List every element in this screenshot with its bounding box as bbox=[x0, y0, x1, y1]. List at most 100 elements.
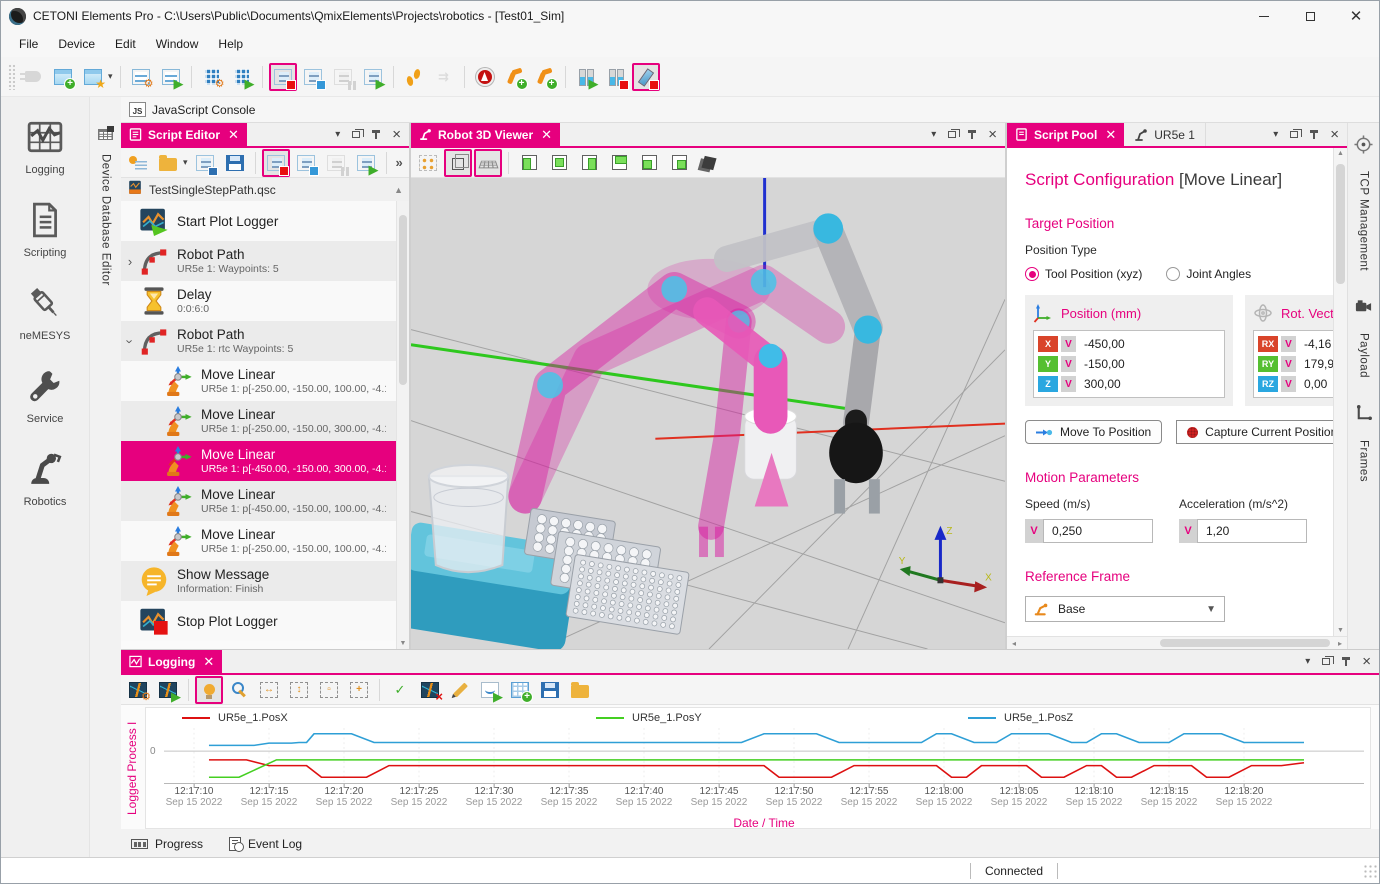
menu-file[interactable]: File bbox=[9, 33, 48, 55]
rz-value[interactable]: 0,00 bbox=[1299, 377, 1327, 391]
chart-region[interactable]: UR5e_1.PosXUR5e_1.PosYUR5e_1.PosZ 0 12:1… bbox=[145, 707, 1371, 829]
scrollbar-thumb[interactable] bbox=[1336, 164, 1345, 284]
add-robot-tool-icon[interactable]: + bbox=[531, 63, 559, 91]
menu-help[interactable]: Help bbox=[208, 33, 253, 55]
rx-variable-button[interactable]: V bbox=[1281, 336, 1296, 352]
favorite-views-icon[interactable]: ★ bbox=[79, 63, 107, 91]
chevron-collapsed-icon[interactable]: › bbox=[121, 254, 139, 269]
x-value[interactable]: -450,00 bbox=[1079, 337, 1125, 351]
sidebar-item-service[interactable]: Service bbox=[27, 368, 64, 425]
speed-input[interactable]: 0,250 bbox=[1043, 519, 1153, 543]
script-step-move-linear[interactable]: Move LinearUR5e 1: p[-250.00, -150.00, 1… bbox=[121, 521, 396, 561]
pin-icon[interactable] bbox=[971, 130, 973, 139]
menu-window[interactable]: Window bbox=[146, 33, 209, 55]
scrollbar-thumb[interactable] bbox=[1160, 639, 1330, 647]
dock-menu-icon[interactable]: ▾ bbox=[1305, 656, 1310, 667]
strip-item-tcp[interactable]: TCP Management bbox=[1354, 135, 1373, 271]
float-icon[interactable] bbox=[352, 131, 360, 138]
x-variable-button[interactable]: V bbox=[1061, 336, 1076, 352]
script-step-robot-path[interactable]: ›Robot PathUR5e 1: Waypoints: 5 bbox=[121, 241, 396, 281]
rx-value[interactable]: -4,16 bbox=[1299, 337, 1331, 351]
ur5e-tab[interactable]: UR5e 1 bbox=[1124, 123, 1206, 146]
z-variable-button[interactable]: V bbox=[1061, 376, 1076, 392]
script-step-move-linear[interactable]: Move LinearUR5e 1: p[-450.00, -150.00, 3… bbox=[121, 441, 396, 481]
script-pool-tab[interactable]: Script Pool ✕ bbox=[1007, 123, 1124, 146]
script-step-stop-plot-logger[interactable]: Stop Plot Logger bbox=[121, 601, 396, 641]
start-devices-icon[interactable]: ▶ bbox=[228, 63, 256, 91]
script-config-icon[interactable] bbox=[124, 149, 152, 177]
ry-value[interactable]: 179,95 bbox=[1299, 357, 1333, 371]
y-value[interactable]: -150,00 bbox=[1079, 357, 1125, 371]
configure-process-icon[interactable]: ⚙ bbox=[127, 63, 155, 91]
accel-variable-button[interactable]: V bbox=[1179, 519, 1197, 543]
view-right-icon[interactable] bbox=[575, 149, 603, 177]
dock-menu-icon[interactable]: ▾ bbox=[931, 129, 936, 140]
z-value[interactable]: 300,00 bbox=[1079, 377, 1121, 391]
scroll-up-icon[interactable]: ▲ bbox=[394, 185, 403, 195]
scroll-down-icon[interactable]: ▼ bbox=[397, 640, 409, 647]
script-step-delay[interactable]: Delay0:0:6:0 bbox=[121, 281, 396, 321]
view-bottom-right-icon[interactable] bbox=[665, 149, 693, 177]
sidebar-item-scripting[interactable]: Scripting bbox=[24, 202, 67, 259]
acceleration-input[interactable]: 1,20 bbox=[1197, 519, 1307, 543]
scroll-left-icon[interactable]: ◂ bbox=[1007, 639, 1021, 648]
javascript-console-tab[interactable]: JS JavaScript Console bbox=[121, 97, 1379, 123]
float-icon[interactable] bbox=[1290, 131, 1298, 138]
event-log-tab[interactable]: Event Log bbox=[229, 837, 302, 851]
resize-grip[interactable] bbox=[1363, 864, 1377, 878]
view-left-icon[interactable] bbox=[515, 149, 543, 177]
progress-tab[interactable]: Progress bbox=[131, 837, 203, 851]
device-database-editor-tab[interactable]: Device Database Editor bbox=[89, 97, 121, 857]
sidebar-item-nemesys[interactable]: neMESYS bbox=[20, 285, 71, 342]
pool-horizontal-scrollbar[interactable]: ◂ ▸ bbox=[1007, 636, 1347, 649]
scroll-right-icon[interactable]: ▸ bbox=[1333, 639, 1347, 648]
close-panel-icon[interactable]: × bbox=[392, 127, 401, 142]
move-to-position-button[interactable]: Move To Position bbox=[1025, 420, 1162, 444]
script-step-show-message[interactable]: Show MessageInformation: Finish bbox=[121, 561, 396, 601]
save-script-icon[interactable] bbox=[191, 149, 219, 177]
start-process-icon[interactable]: ▶ bbox=[157, 63, 185, 91]
dock-menu-icon[interactable]: ▾ bbox=[335, 129, 340, 140]
script-pool-close-icon[interactable]: ✕ bbox=[1105, 127, 1116, 143]
view-perspective-icon[interactable] bbox=[695, 149, 723, 177]
logging-tab[interactable]: Logging ✕ bbox=[121, 650, 222, 673]
add-robot-icon[interactable]: + bbox=[501, 63, 529, 91]
capture-position-button[interactable]: Capture Current Position bbox=[1176, 420, 1333, 444]
view-top-icon[interactable] bbox=[605, 149, 633, 177]
sidebar-item-logging[interactable]: Logging bbox=[25, 119, 64, 176]
pin-icon[interactable] bbox=[375, 130, 377, 139]
open-script-dropdown-icon[interactable]: ▾ bbox=[183, 157, 188, 168]
show-markers-icon[interactable] bbox=[414, 149, 442, 177]
run-script-icon[interactable]: ▶ bbox=[359, 63, 387, 91]
configure-devices-icon[interactable]: ⚙ bbox=[198, 63, 226, 91]
wireframe-view-icon[interactable] bbox=[444, 149, 472, 177]
sidebar-item-robotics[interactable]: Robotics bbox=[24, 451, 67, 508]
legend-UR5e_1.PosX[interactable]: UR5e_1.PosX bbox=[182, 712, 288, 724]
reference-frame-select[interactable]: Base ▼ bbox=[1025, 596, 1225, 622]
script-editor-close-icon[interactable]: ✕ bbox=[228, 127, 239, 143]
logging-close-icon[interactable]: ✕ bbox=[203, 654, 214, 670]
robot-3d-scene[interactable]: Z X Y bbox=[411, 178, 1005, 649]
single-step-icon[interactable] bbox=[400, 63, 428, 91]
measure-pencil-icon[interactable] bbox=[446, 676, 474, 704]
zoom-vertical-icon[interactable]: ↕ bbox=[285, 676, 313, 704]
robot-3d-viewer-tab[interactable]: Robot 3D Viewer ✕ bbox=[411, 123, 560, 146]
pool-vertical-scrollbar[interactable]: ▲ ▼ bbox=[1333, 148, 1347, 636]
zoom-fit-icon[interactable]: + bbox=[345, 676, 373, 704]
close-button[interactable]: ✕ bbox=[1333, 1, 1379, 31]
run-script-icon[interactable]: ▶ bbox=[352, 149, 380, 177]
view-front-icon[interactable] bbox=[545, 149, 573, 177]
script-step-move-linear[interactable]: Move LinearUR5e 1: p[-450.00, -150.00, 1… bbox=[121, 481, 396, 521]
open-script-icon[interactable] bbox=[154, 149, 182, 177]
zoom-horizontal-icon[interactable]: ↔ bbox=[255, 676, 283, 704]
ry-variable-button[interactable]: V bbox=[1281, 356, 1296, 372]
pan-tool-icon[interactable] bbox=[195, 676, 223, 704]
script-step-move-linear[interactable]: Move LinearUR5e 1: p[-250.00, -150.00, 3… bbox=[121, 401, 396, 441]
script-scrollbar[interactable]: ▼ bbox=[396, 201, 409, 649]
maximize-button[interactable] bbox=[1287, 1, 1333, 31]
scrollbar-thumb[interactable] bbox=[399, 215, 407, 385]
script-step-robot-path[interactable]: ›Robot PathUR5e 1: rtc Waypoints: 5 bbox=[121, 321, 396, 361]
y-variable-button[interactable]: V bbox=[1061, 356, 1076, 372]
add-window-icon[interactable]: + bbox=[49, 63, 77, 91]
viewer-close-icon[interactable]: ✕ bbox=[541, 127, 552, 143]
